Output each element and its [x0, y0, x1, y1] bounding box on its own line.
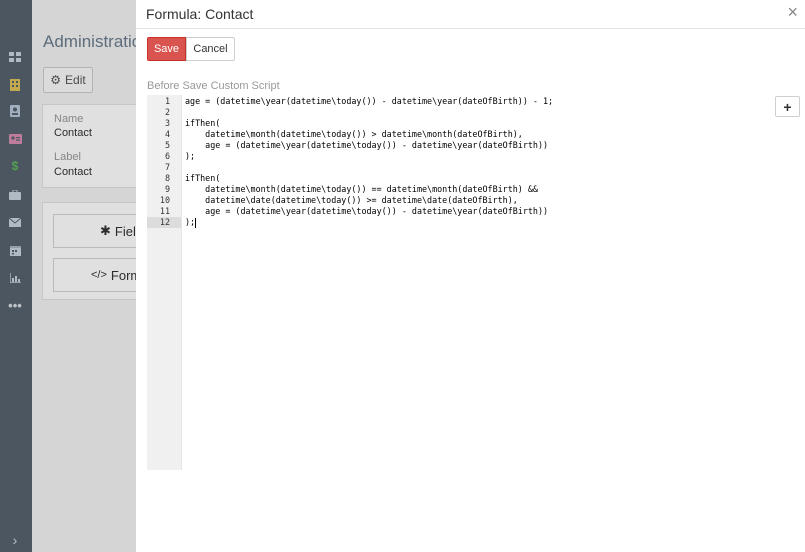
line-number: 5	[164, 140, 170, 150]
code-content[interactable]: age = (datetime\year(datetime\today()) -…	[185, 96, 553, 228]
code-line-text: age = (datetime\year(datetime\today()) -…	[185, 96, 554, 106]
line-number-gutter: 1 2 3 4 5 6 7 8 9 10 11 12	[147, 95, 182, 470]
save-button[interactable]: Save	[147, 37, 186, 61]
modal-backdrop[interactable]	[0, 0, 136, 552]
code-line: age = (datetime\year(datetime\today()) -…	[185, 140, 553, 151]
line-number: 11	[159, 206, 170, 216]
code-line: datetime\month(datetime\today()) == date…	[185, 184, 553, 195]
line-number: 12	[147, 217, 181, 228]
code-line: age = (datetime\year(datetime\today()) -…	[185, 96, 553, 107]
line-number: 8	[164, 173, 170, 183]
code-line: ifThen(	[185, 173, 553, 184]
modal-title: Formula: Contact	[146, 6, 254, 22]
code-line: ifThen(	[185, 118, 553, 129]
add-button[interactable]: +	[775, 96, 800, 117]
code-line-text: );	[185, 217, 196, 227]
cancel-button[interactable]: Cancel	[186, 37, 235, 61]
code-line-text: datetime\date(datetime\today()) >= datet…	[185, 195, 518, 205]
script-field-label: Before Save Custom Script	[147, 80, 280, 92]
code-line: datetime\month(datetime\today()) > datet…	[185, 129, 553, 140]
line-number: 10	[159, 195, 170, 205]
line-number: 4	[164, 129, 170, 139]
code-line-text: datetime\month(datetime\today()) > datet…	[185, 129, 523, 139]
code-line-text: ifThen(	[185, 118, 221, 128]
close-icon[interactable]: ×	[787, 3, 798, 21]
line-number: 7	[164, 162, 170, 172]
code-line-text: age = (datetime\year(datetime\today()) -…	[185, 140, 549, 150]
code-editor[interactable]: 1 2 3 4 5 6 7 8 9 10 11 12 age = (datetime\year(dat…	[147, 95, 647, 470]
line-number: 9	[164, 184, 170, 194]
code-line: );	[185, 151, 553, 162]
line-number: 3	[164, 118, 170, 128]
code-line: );	[185, 217, 553, 228]
code-line-text: datetime\month(datetime\today()) == date…	[185, 184, 538, 194]
line-number: 6	[164, 151, 170, 161]
line-number: 1	[164, 96, 170, 106]
code-line: datetime\date(datetime\today()) >= datet…	[185, 195, 553, 206]
code-line-text: );	[185, 151, 196, 161]
line-number: 2	[164, 107, 170, 117]
formula-modal: Formula: Contact × Save Cancel Before Sa…	[136, 0, 805, 552]
code-line-text: age = (datetime\year(datetime\today()) -…	[185, 206, 549, 216]
text-cursor	[195, 217, 197, 228]
code-line: age = (datetime\year(datetime\today()) -…	[185, 206, 553, 217]
code-line-text: ifThen(	[185, 173, 221, 183]
modal-divider	[136, 28, 805, 29]
